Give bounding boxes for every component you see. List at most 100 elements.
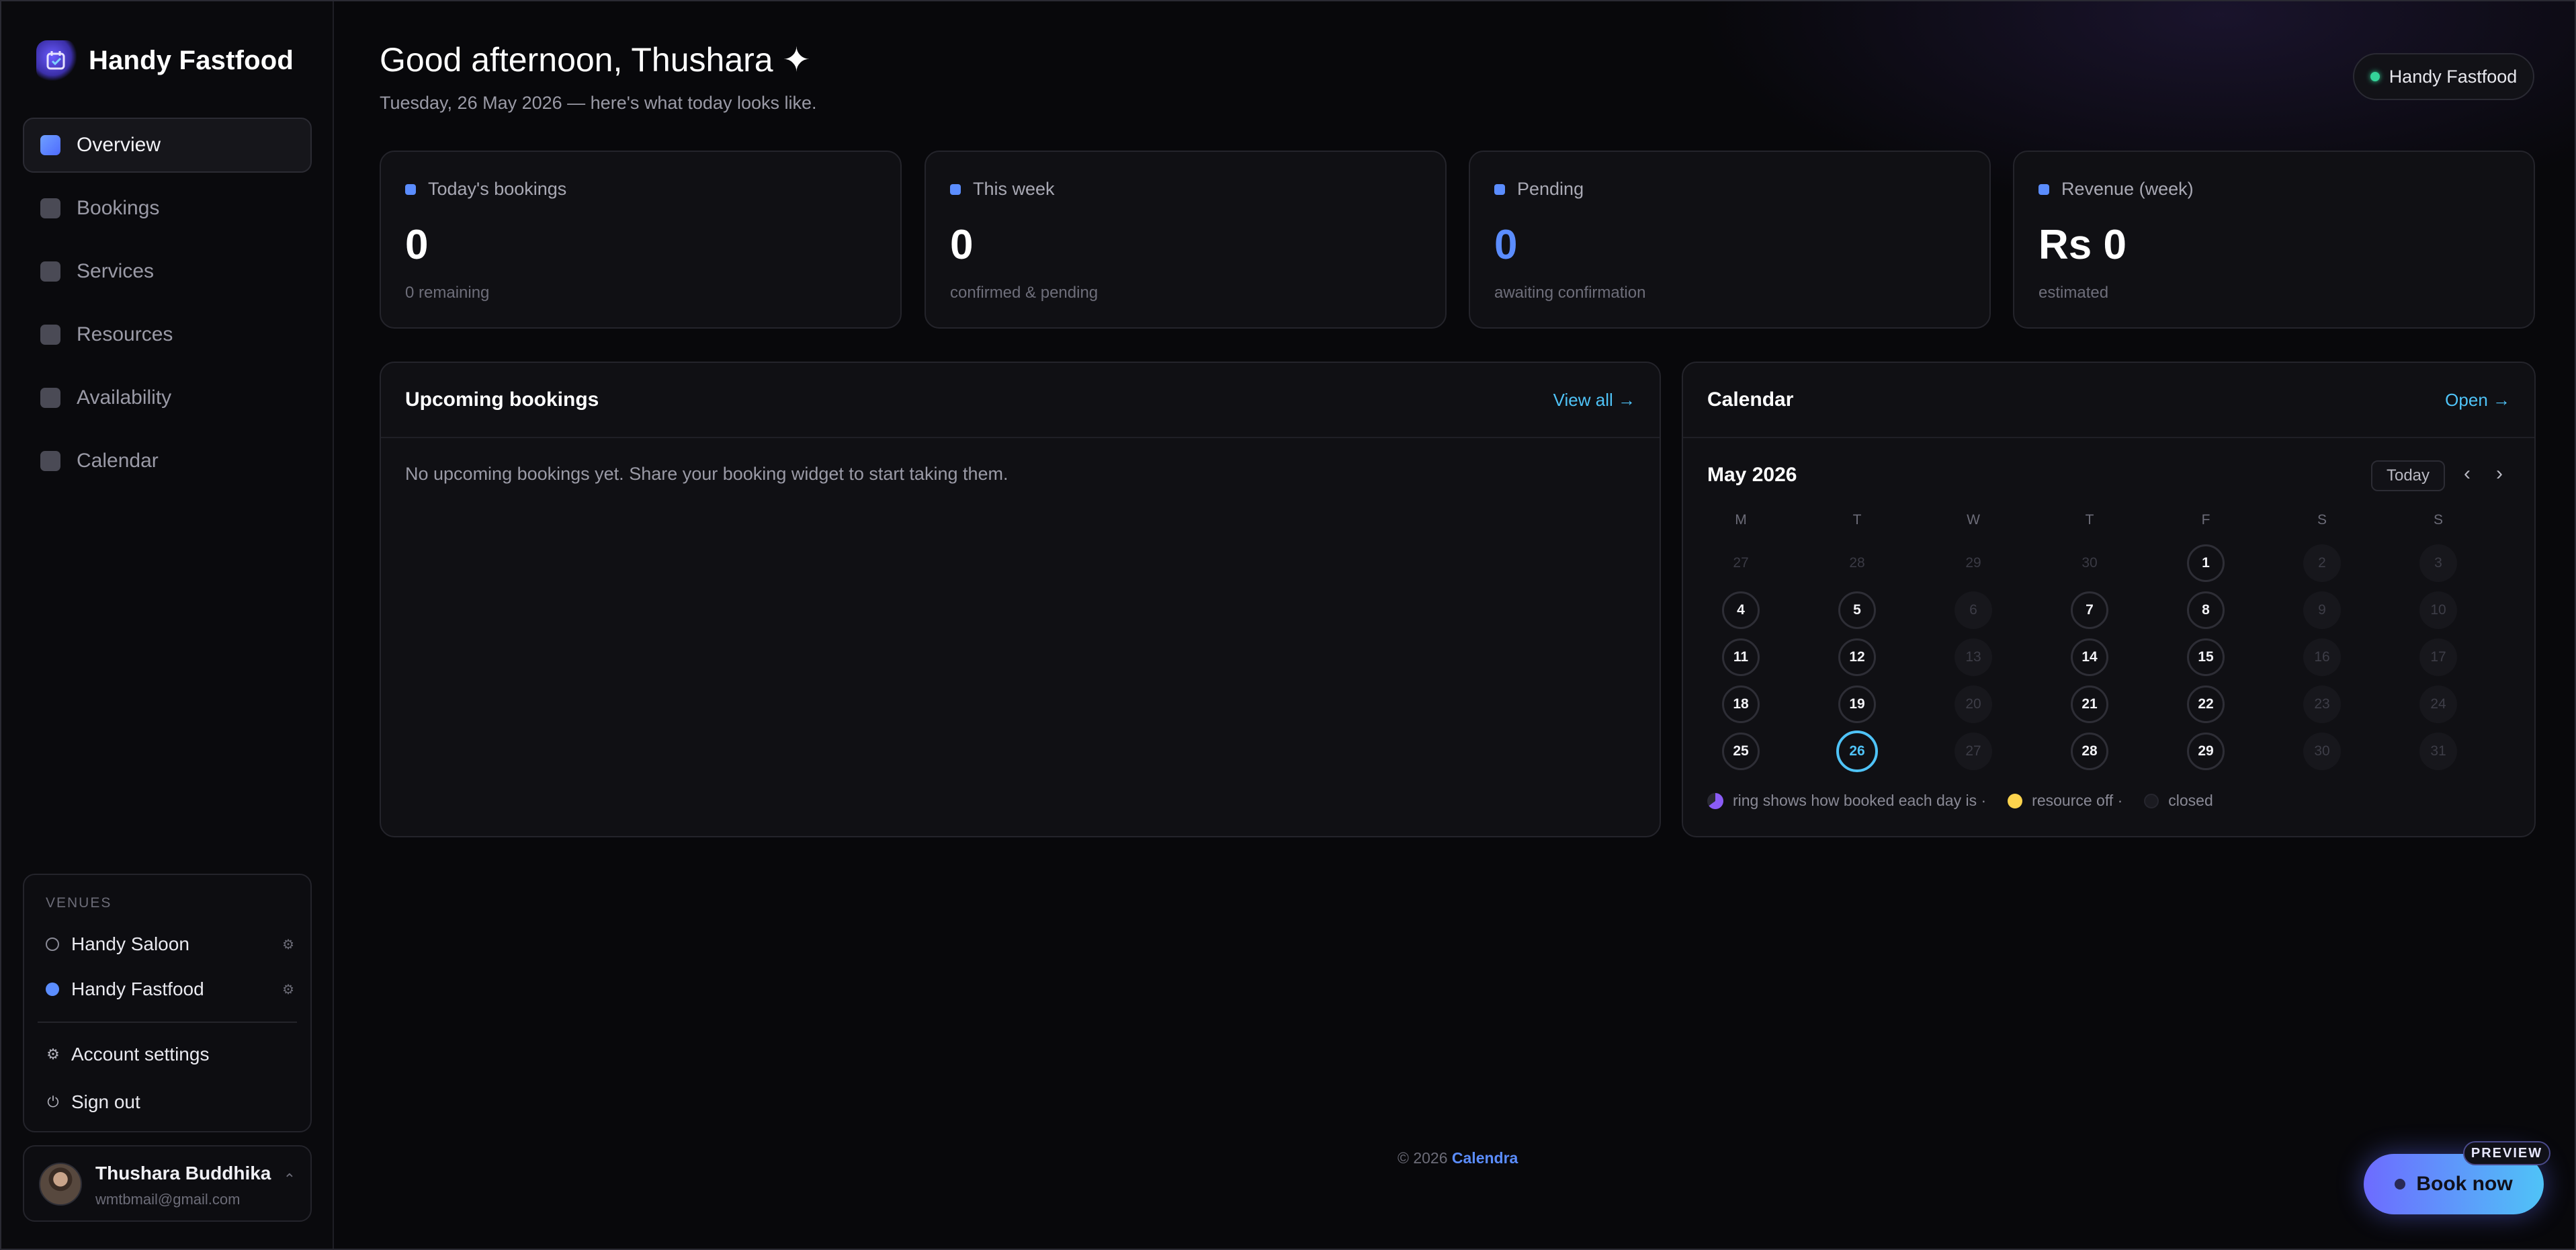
stat-subtext: 0 remaining bbox=[405, 284, 490, 302]
sidebar-nav: Overview Bookings Services Resources Ava… bbox=[23, 118, 312, 497]
bookings-icon bbox=[40, 198, 60, 218]
book-dot-icon bbox=[2395, 1179, 2406, 1190]
chevron-left-icon[interactable]: ‹ bbox=[2464, 462, 2471, 485]
sidebar-item-label: Overview bbox=[77, 134, 161, 156]
calendar-day: 28 bbox=[1849, 555, 1865, 571]
user-menu[interactable]: Thushara Buddhika wmtbmail@gmail.com ⌃ bbox=[23, 1145, 312, 1222]
calendar-day[interactable]: 10 bbox=[2419, 591, 2457, 629]
stat-card-revenue-week: Revenue (week) Rs 0 estimated bbox=[2013, 151, 2535, 329]
account-settings-label: Account settings bbox=[71, 1044, 210, 1065]
calendar-day[interactable]: 16 bbox=[2303, 638, 2341, 676]
preview-badge: PREVIEW bbox=[2463, 1141, 2550, 1165]
calendar-day[interactable]: 19 bbox=[1838, 685, 1876, 723]
open-calendar-link[interactable]: Open → bbox=[2445, 390, 2510, 411]
sign-out-label: Sign out bbox=[71, 1091, 140, 1112]
resource-off-icon bbox=[2008, 793, 2023, 808]
calendar-day[interactable]: 21 bbox=[2071, 685, 2108, 723]
calendar-day[interactable]: 14 bbox=[2071, 638, 2108, 676]
availability-icon bbox=[40, 388, 60, 408]
calendar-day[interactable]: 3 bbox=[2419, 544, 2457, 582]
calendar-day[interactable]: 17 bbox=[2419, 638, 2457, 676]
app-window: Handy Fastfood Overview Bookings Service… bbox=[0, 0, 2576, 1250]
sidebar: Handy Fastfood Overview Bookings Service… bbox=[1, 1, 334, 1249]
venue-item-handy-saloon[interactable]: Handy Saloon ⚙ bbox=[46, 927, 294, 961]
stat-subtext: awaiting confirmation bbox=[1494, 284, 1646, 302]
footer-brand-link[interactable]: Calendra bbox=[1452, 1149, 1518, 1167]
divider bbox=[1683, 437, 2534, 438]
calendar-day[interactable]: 5 bbox=[1838, 591, 1876, 629]
sidebar-item-calendar[interactable]: Calendar bbox=[23, 433, 312, 489]
brand[interactable]: Handy Fastfood bbox=[36, 36, 294, 85]
weekday-header: F bbox=[2201, 512, 2210, 528]
calendar-day[interactable]: 6 bbox=[1955, 591, 1992, 629]
upcoming-bookings-panel: Upcoming bookings View all → No upcoming… bbox=[380, 362, 1661, 837]
stat-label: Today's bookings bbox=[428, 179, 567, 199]
calendar-day[interactable]: 27 bbox=[1955, 733, 1992, 770]
status-dot-icon bbox=[2370, 72, 2380, 81]
venue-item-handy-fastfood[interactable]: Handy Fastfood ⚙ bbox=[46, 972, 294, 1006]
gear-icon[interactable]: ⚙ bbox=[282, 936, 294, 953]
calendar-day[interactable]: 31 bbox=[2419, 733, 2457, 770]
today-button[interactable]: Today bbox=[2371, 460, 2445, 491]
stat-card-today-bookings: Today's bookings 0 0 remaining bbox=[380, 151, 902, 329]
avatar bbox=[39, 1163, 82, 1206]
sidebar-item-availability[interactable]: Availability bbox=[23, 370, 312, 425]
calendar-day[interactable]: 11 bbox=[1722, 638, 1760, 676]
chevron-right-icon[interactable]: › bbox=[2496, 462, 2503, 485]
calendar-day[interactable]: 20 bbox=[1955, 685, 1992, 723]
stat-dot-icon bbox=[2038, 183, 2049, 195]
venue-switcher[interactable]: Handy Fastfood bbox=[2353, 53, 2534, 100]
sidebar-item-label: Calendar bbox=[77, 450, 159, 472]
page-subtitle: Tuesday, 26 May 2026 — here's what today… bbox=[380, 93, 817, 113]
calendar-day[interactable]: 1 bbox=[2187, 544, 2225, 582]
calendar-day[interactable]: 4 bbox=[1722, 591, 1760, 629]
resources-icon bbox=[40, 325, 60, 345]
sign-out-link[interactable]: ⏻ Sign out bbox=[46, 1085, 140, 1119]
sidebar-item-label: Availability bbox=[77, 386, 172, 409]
stat-value: Rs 0 bbox=[2038, 222, 2127, 268]
calendar-day[interactable]: 22 bbox=[2187, 685, 2225, 723]
calendar-day[interactable]: 23 bbox=[2303, 685, 2341, 723]
calendar-day[interactable]: 2 bbox=[2303, 544, 2341, 582]
calendar-day[interactable]: 24 bbox=[2419, 685, 2457, 723]
calendar-day[interactable]: 25 bbox=[1722, 733, 1760, 770]
calendar-day[interactable]: 15 bbox=[2187, 638, 2225, 676]
chevron-up-icon: ⌃ bbox=[283, 1171, 296, 1188]
calendar-day[interactable]: 18 bbox=[1722, 685, 1760, 723]
stat-label: This week bbox=[973, 179, 1055, 199]
calendar-day[interactable]: 13 bbox=[1955, 638, 1992, 676]
brand-name: Handy Fastfood bbox=[89, 45, 294, 75]
calendar-day[interactable]: 30 bbox=[2303, 733, 2341, 770]
calendar-day[interactable]: 8 bbox=[2187, 591, 2225, 629]
gear-icon[interactable]: ⚙ bbox=[282, 981, 294, 998]
calendar-day[interactable]: 28 bbox=[2071, 733, 2108, 770]
sidebar-item-label: Services bbox=[77, 260, 155, 282]
weekday-header: W bbox=[1967, 512, 1980, 528]
sidebar-item-resources[interactable]: Resources bbox=[23, 307, 312, 362]
sidebar-item-label: Resources bbox=[77, 323, 173, 345]
overview-icon bbox=[40, 135, 60, 155]
weekday-header: T bbox=[2085, 512, 2094, 528]
calendar-day[interactable]: 29 bbox=[2187, 733, 2225, 770]
divider bbox=[38, 1022, 297, 1023]
account-settings-link[interactable]: ⚙ Account settings bbox=[46, 1038, 209, 1071]
sidebar-item-bookings[interactable]: Bookings bbox=[23, 181, 312, 236]
sidebar-item-overview[interactable]: Overview bbox=[23, 118, 312, 173]
sidebar-item-services[interactable]: Services bbox=[23, 244, 312, 299]
calendar-day[interactable]: 9 bbox=[2303, 591, 2341, 629]
weekday-header: S bbox=[2317, 512, 2327, 528]
venue-selected-icon bbox=[46, 983, 59, 996]
weekday-header: T bbox=[1852, 512, 1862, 528]
stat-dot-icon bbox=[950, 183, 961, 195]
calendar-day[interactable]: 12 bbox=[1838, 638, 1876, 676]
calendar-day: 30 bbox=[2081, 555, 2098, 571]
venue-label: Handy Fastfood bbox=[71, 978, 204, 999]
view-all-link[interactable]: View all → bbox=[1553, 390, 1635, 411]
calendar-day[interactable]: 7 bbox=[2071, 591, 2108, 629]
calendar-day: 29 bbox=[1965, 555, 1981, 571]
booking-ring-icon bbox=[1707, 792, 1723, 809]
stat-label: Pending bbox=[1517, 179, 1584, 199]
calendar-day-today[interactable]: 26 bbox=[1836, 731, 1878, 772]
stat-dot-icon bbox=[1494, 183, 1505, 195]
book-now-label: Book now bbox=[2416, 1173, 2513, 1195]
